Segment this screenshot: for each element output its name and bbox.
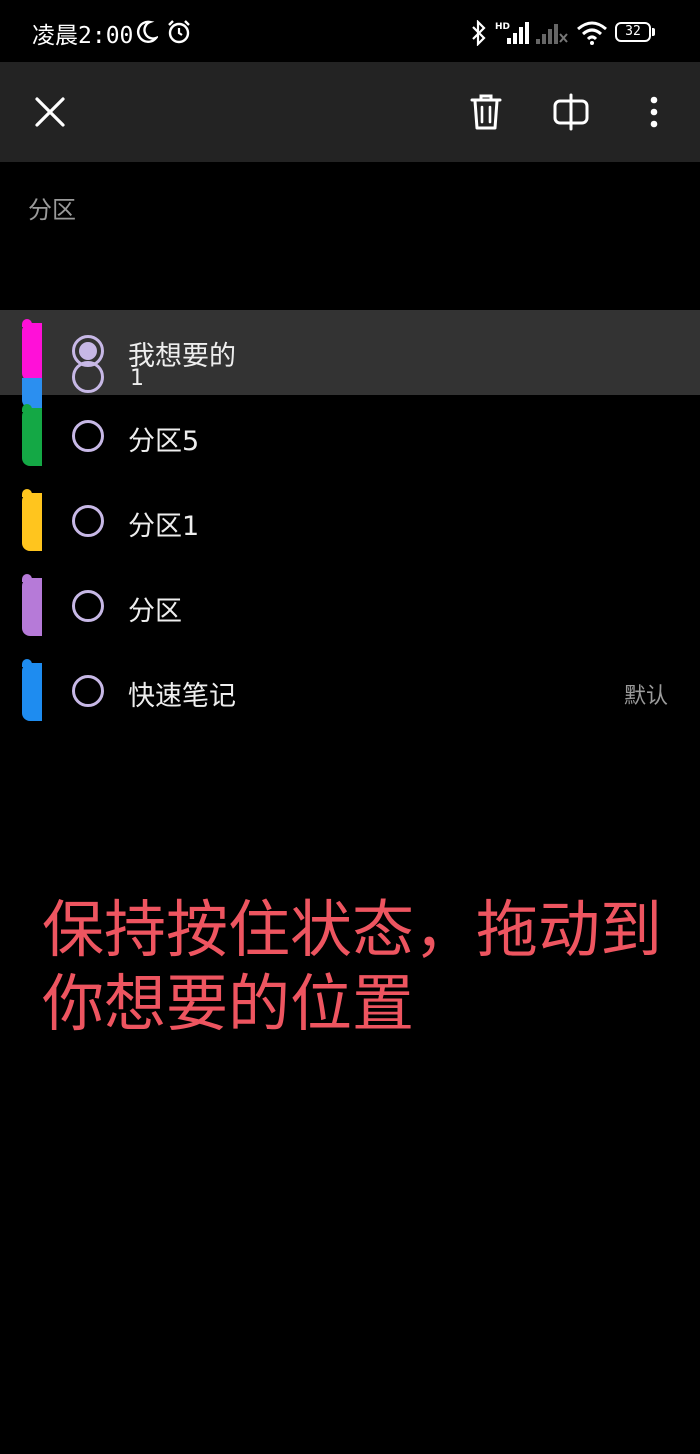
section-item-dragging[interactable]: 我想要的 1 [0, 310, 700, 408]
status-bar: 凌晨2:00 HD 32 [0, 0, 700, 62]
drag-instruction: 保持按住状态，拖动到你想要的位置 [42, 893, 663, 1040]
section-item[interactable]: 分区1 [0, 480, 700, 565]
section-label: 分区1 [128, 511, 200, 542]
delete-button[interactable] [458, 84, 514, 140]
section-color-tab [22, 404, 42, 466]
section-radio[interactable] [72, 505, 104, 537]
split-view-icon [553, 93, 589, 131]
section-label: 分区 [128, 596, 182, 627]
battery-level: 32 [625, 24, 641, 39]
section-ghost-label: 1 [130, 366, 144, 391]
bluetooth-icon [472, 20, 486, 46]
section-list: 我想要的 1 分区5 分区1 分区 快速笔记 默认 [0, 310, 700, 735]
section-item[interactable]: 分区5 [0, 395, 700, 480]
split-view-button[interactable] [543, 84, 599, 140]
trash-icon [470, 94, 502, 130]
top-toolbar [0, 62, 700, 162]
section-radio[interactable] [72, 420, 104, 452]
close-icon [35, 97, 65, 127]
section-item[interactable]: 快速笔记 默认 [0, 650, 700, 735]
section-radio[interactable] [72, 590, 104, 622]
alarm-icon [168, 20, 190, 44]
more-vert-icon [650, 96, 658, 128]
section-color-tab [22, 489, 42, 551]
section-radio[interactable] [72, 675, 104, 707]
close-button[interactable] [22, 84, 78, 140]
signal-hd-icon: HD [495, 22, 529, 44]
section-color-tab [22, 574, 42, 636]
section-radio[interactable] [72, 335, 104, 367]
moon-icon [136, 20, 158, 43]
status-time: 凌晨2:00 [32, 23, 134, 49]
svg-text:HD: HD [495, 22, 510, 32]
page-title: 分区 [28, 196, 76, 224]
signal-empty-icon [536, 24, 568, 44]
section-color-tab [22, 319, 42, 381]
section-label: 我想要的 [128, 341, 236, 372]
section-label: 快速笔记 [128, 681, 236, 712]
wifi-icon [577, 21, 607, 45]
default-badge: 默认 [623, 684, 668, 709]
section-label: 分区5 [128, 426, 200, 457]
more-options-button[interactable] [626, 84, 682, 140]
battery-icon: 32 [615, 22, 655, 44]
section-color-tab [22, 659, 42, 721]
section-item[interactable]: 分区 [0, 565, 700, 650]
